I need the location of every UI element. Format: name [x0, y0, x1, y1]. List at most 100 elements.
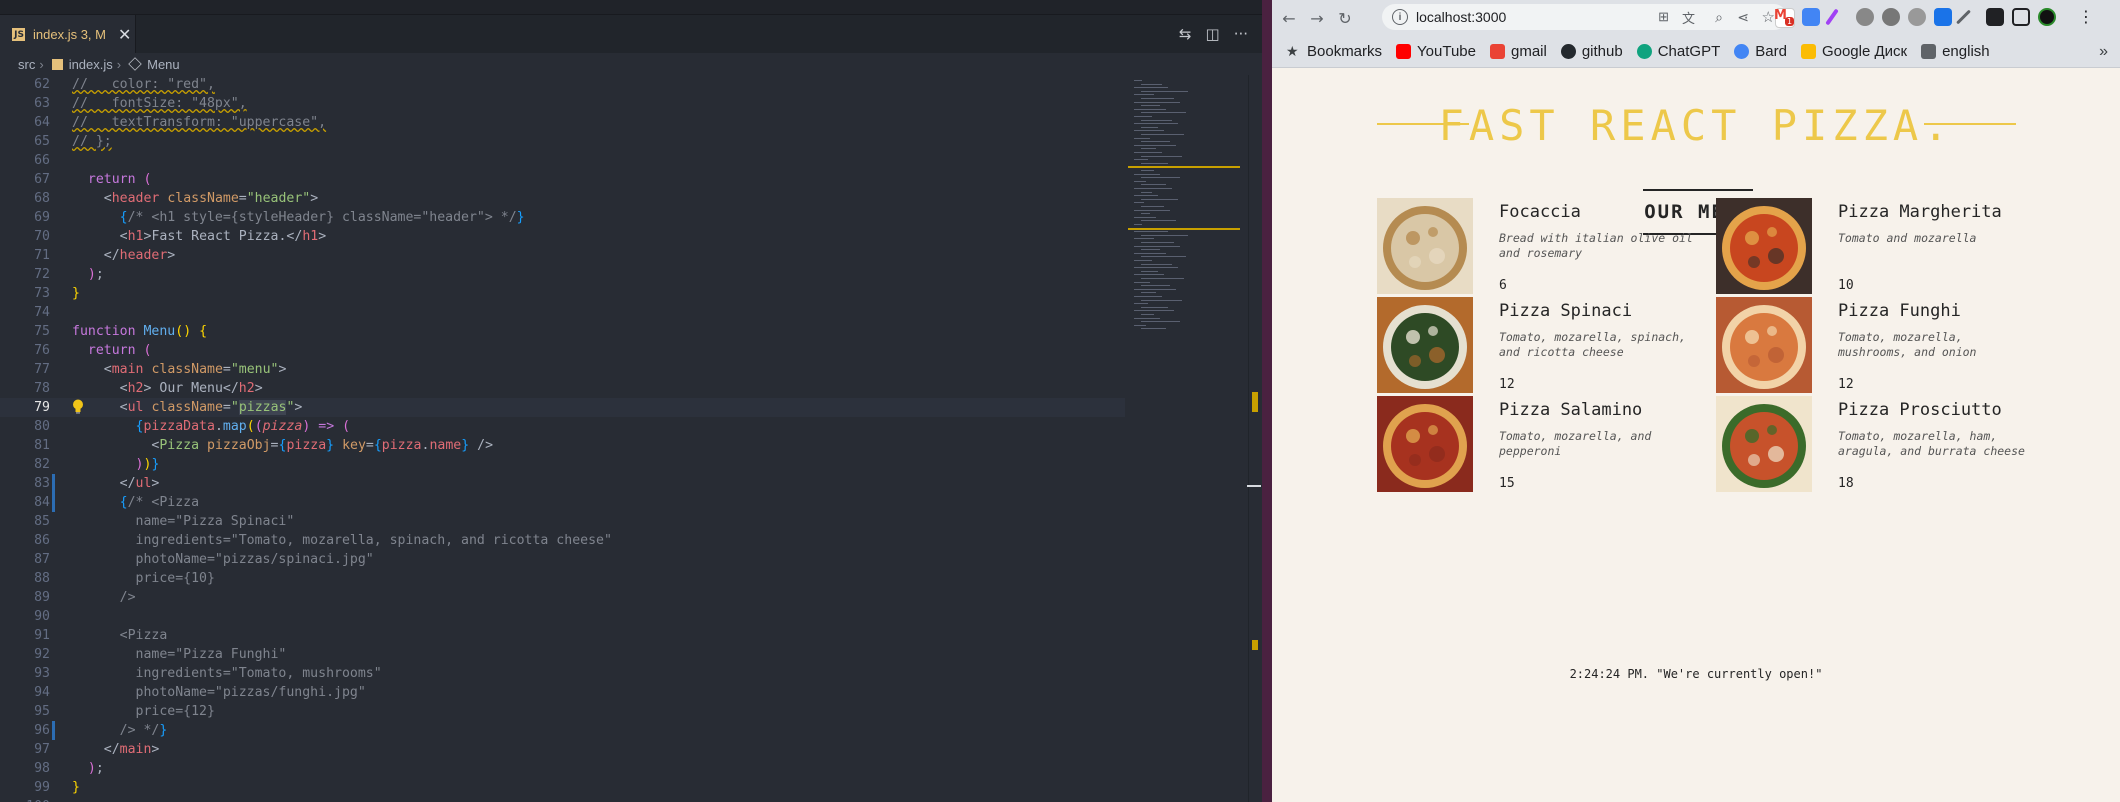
profile-icon[interactable] [2038, 8, 2056, 26]
pen-ext-icon[interactable] [1825, 8, 1839, 26]
code-line[interactable]: 84 {/* <Pizza [0, 493, 1125, 512]
bard-icon [1734, 44, 1750, 59]
code-line[interactable]: 68 <header className="header"> [0, 189, 1125, 208]
bookmark-item[interactable]: Bard [1734, 43, 1787, 60]
code-line[interactable]: 90 [0, 607, 1125, 626]
minimap-line [1141, 234, 1188, 236]
code-line[interactable]: 78 <h2> Our Menu</h2> [0, 379, 1125, 398]
compare-icon[interactable]: ⇆ [1179, 25, 1192, 43]
bookmark-star-icon[interactable]: ☆ [1762, 8, 1775, 26]
code-line[interactable]: 86 ingredients="Tomato, mozarella, spina… [0, 531, 1125, 550]
code-area[interactable]: 62 // color: "red", 63 // fontSize: "48px",… [0, 75, 1125, 802]
bookmark-item[interactable]: ChatGPT [1636, 43, 1720, 60]
code-line[interactable]: 75 function Menu() { [0, 322, 1125, 341]
translate-ext-icon[interactable] [1802, 8, 1820, 26]
share-icon[interactable]: ⋖ [1737, 9, 1749, 26]
code-line[interactable]: 72 ); [0, 265, 1125, 284]
line-number: 98 [34, 761, 50, 776]
folder-icon [1921, 44, 1937, 59]
line-text: // textTransform: "uppercase", [72, 115, 327, 130]
ext-a-icon[interactable] [1856, 8, 1874, 26]
sidebar-icon[interactable] [2012, 8, 2030, 26]
code-line[interactable]: 74 [0, 303, 1125, 322]
code-line[interactable]: 71 </header> [0, 246, 1125, 265]
translate-icon[interactable]: 文 [1682, 8, 1695, 27]
line-text: // color: "red", [72, 77, 215, 92]
breadcrumb-src[interactable]: src [18, 57, 35, 72]
code-line[interactable]: 94 photoName="pizzas/funghi.jpg" [0, 683, 1125, 702]
ext-c-icon[interactable] [1908, 8, 1926, 26]
bookmark-item[interactable]: gmail [1489, 43, 1547, 60]
bookmarks-overflow-icon[interactable]: » [2099, 43, 2108, 61]
bookmark-item[interactable]: english [1921, 43, 1990, 60]
code-line[interactable]: 70 <h1>Fast React Pizza.</h1> [0, 227, 1125, 246]
more-menu-icon[interactable]: ⋮ [2078, 7, 2094, 26]
minimap-line [1141, 170, 1154, 171]
bookmark-item[interactable]: YouTube [1396, 43, 1476, 60]
reload-icon[interactable]: ↻ [1334, 7, 1356, 29]
eyedropper-icon[interactable] [1956, 9, 1971, 25]
ext-d-icon[interactable] [1934, 8, 1952, 26]
site-info-icon[interactable]: i [1392, 9, 1408, 25]
code-line[interactable]: 87 photoName="pizzas/spinaci.jpg" [0, 550, 1125, 569]
code-line[interactable]: 88 price={10} [0, 569, 1125, 588]
puzzle-icon[interactable] [1986, 8, 2004, 26]
zoom-icon[interactable]: ⌕ [1715, 9, 1723, 26]
breadcrumb-file[interactable]: index.js [69, 57, 113, 72]
code-line[interactable]: 96 /> */} [0, 721, 1125, 740]
code-line[interactable]: 63 // fontSize: "48px", [0, 94, 1125, 113]
code-line[interactable]: 98 ); [0, 759, 1125, 778]
pizza-ingredients: Tomato and mozarella [1838, 231, 1977, 245]
bookmark-item[interactable]: ★ Bookmarks [1286, 43, 1382, 60]
line-number: 87 [34, 552, 50, 567]
code-line[interactable]: 80 {pizzaData.map((pizza) => ( [0, 417, 1125, 436]
code-line[interactable]: 85 name="Pizza Spinaci" [0, 512, 1125, 531]
back-icon[interactable]: ← [1278, 7, 1300, 29]
code-line[interactable]: 69 {/* <h1 style={styleHeader} className… [0, 208, 1125, 227]
code-line[interactable]: 81 <Pizza pizzaObj={pizza} key={pizza.na… [0, 436, 1125, 455]
line-text: <h2> Our Menu</h2> [119, 381, 263, 396]
line-text: return ( [87, 172, 152, 187]
breadcrumb-symbol[interactable]: Menu [147, 57, 180, 72]
editor-scrollbar[interactable] [1247, 75, 1263, 802]
code-line[interactable]: 92 name="Pizza Funghi" [0, 645, 1125, 664]
lightbulb-icon[interactable] [72, 399, 84, 414]
code-line[interactable]: 82 ))} [0, 455, 1125, 474]
editor-tab[interactable]: JS index.js 3, M ✕ [0, 15, 136, 53]
minimap-line [1134, 260, 1152, 261]
code-editor[interactable]: JS index.js 3, M ✕ ⇆ ◫ ··· src › index.j… [0, 0, 1263, 802]
close-icon[interactable]: ✕ [118, 25, 131, 44]
install-icon[interactable]: ⊞ [1658, 9, 1669, 25]
split-editor-icon[interactable]: ◫ [1206, 25, 1220, 43]
bookmark-item[interactable]: Google Диск [1800, 43, 1907, 60]
code-line[interactable]: 64 // textTransform: "uppercase", [0, 113, 1125, 132]
more-actions-icon[interactable]: ··· [1234, 25, 1248, 43]
code-line[interactable]: 77 <main className="menu"> [0, 360, 1125, 379]
code-line[interactable]: 65 // }; [0, 132, 1125, 151]
code-line[interactable]: 95 price={12} [0, 702, 1125, 721]
js-file-icon: JS [12, 27, 25, 41]
minimap[interactable] [1128, 75, 1248, 802]
minimap-line [1141, 306, 1168, 308]
code-line[interactable]: 67 return ( [0, 170, 1125, 189]
code-line[interactable]: 97 </main> [0, 740, 1125, 759]
code-line[interactable]: 79 <ul className="pizzas"> [0, 398, 1125, 417]
address-bar[interactable]: i localhost:3000 ⊞ 文 ⌕ ⋖ ☆ [1382, 4, 1787, 30]
gmail-badge-icon[interactable]: M1 [1774, 8, 1795, 28]
forward-icon[interactable]: → [1306, 7, 1328, 29]
pizza-item: Focaccia Bread with italian olive oil and… [1377, 198, 1707, 296]
code-line[interactable]: 83 </ul> [0, 474, 1125, 493]
code-line[interactable]: 99} [0, 778, 1125, 797]
line-text: ))} [135, 457, 160, 472]
ext-b-icon[interactable] [1882, 8, 1900, 26]
code-line[interactable]: 91 <Pizza [0, 626, 1125, 645]
code-line[interactable]: 76 return ( [0, 341, 1125, 360]
code-line[interactable]: 62 // color: "red", [0, 75, 1125, 94]
code-line[interactable]: 93 ingredients="Tomato, mushrooms" [0, 664, 1125, 683]
code-line[interactable]: 73} [0, 284, 1125, 303]
code-line[interactable]: 100 [0, 797, 1125, 802]
code-line[interactable]: 89 /> [0, 588, 1125, 607]
pizza-price: 18 [1838, 476, 1854, 491]
code-line[interactable]: 66 [0, 151, 1125, 170]
bookmark-item[interactable]: github [1560, 43, 1623, 60]
